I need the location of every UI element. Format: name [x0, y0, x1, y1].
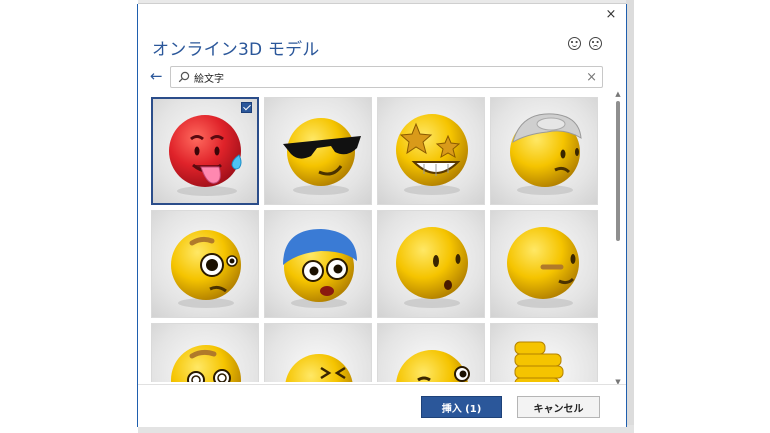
scroll-thumb[interactable] [616, 101, 620, 241]
result-tile-pleading[interactable] [151, 210, 259, 318]
raised-eyebrow-emoji-icon [507, 227, 579, 308]
hushed-face-emoji-icon [396, 227, 468, 308]
result-tile-raised-eyebrow[interactable] [490, 210, 598, 318]
result-tile-hushed[interactable] [377, 210, 485, 318]
blue-cap-surprised-emoji-icon [283, 229, 357, 308]
dialog-title: オンライン3D モデル [152, 40, 320, 60]
result-tile-head-bandage[interactable] [490, 97, 598, 205]
thumbs-down-emoji-icon [514, 341, 564, 382]
result-tile-sunglasses[interactable] [264, 97, 372, 205]
result-tile-squinting[interactable] [264, 323, 372, 382]
background-panel [626, 0, 634, 433]
dizzy-eyes-emoji-icon [171, 345, 241, 382]
result-tile-thumbs-down[interactable] [490, 323, 598, 382]
winking-face-emoji-icon [396, 350, 470, 382]
back-arrow-icon[interactable]: ← [150, 68, 166, 84]
search-input[interactable] [194, 69, 574, 86]
sunglasses-smirk-emoji-icon [283, 118, 361, 195]
result-tile-hot-face[interactable] [151, 97, 259, 205]
result-tile-blue-cap[interactable] [264, 210, 372, 318]
head-bandage-emoji-icon [510, 113, 582, 195]
result-tile-star-struck[interactable] [377, 97, 485, 205]
cancel-button[interactable]: キャンセル [517, 396, 600, 418]
pleading-eyebrow-emoji-icon [171, 230, 241, 308]
star-struck-emoji-icon [396, 114, 468, 195]
close-button[interactable]: × [603, 7, 619, 23]
selected-checkbox[interactable] [241, 102, 252, 113]
feedback-buttons [568, 37, 602, 50]
search-box: × [170, 66, 603, 88]
results-scrollbar[interactable]: ▲ ▼ [614, 90, 622, 386]
results-grid [151, 97, 607, 382]
insert-button[interactable]: 挿入 (1) [421, 396, 502, 418]
search-icon [178, 71, 190, 83]
online-3d-models-dialog: × オンライン3D モデル ← × [137, 4, 627, 427]
squinting-face-emoji-icon [285, 354, 353, 382]
result-tile-winking[interactable] [377, 323, 485, 382]
scroll-up-arrow-icon[interactable]: ▲ [614, 90, 622, 98]
clear-search-button[interactable]: × [586, 69, 597, 86]
result-tile-dizzy-eyes[interactable] [151, 323, 259, 382]
page: × オンライン3D モデル ← × [0, 0, 770, 433]
smile-feedback-icon[interactable] [568, 37, 581, 50]
frown-feedback-icon[interactable] [589, 37, 602, 50]
hot-face-emoji-icon [169, 115, 242, 196]
dialog-footer: 挿入 (1) キャンセル [138, 384, 626, 427]
